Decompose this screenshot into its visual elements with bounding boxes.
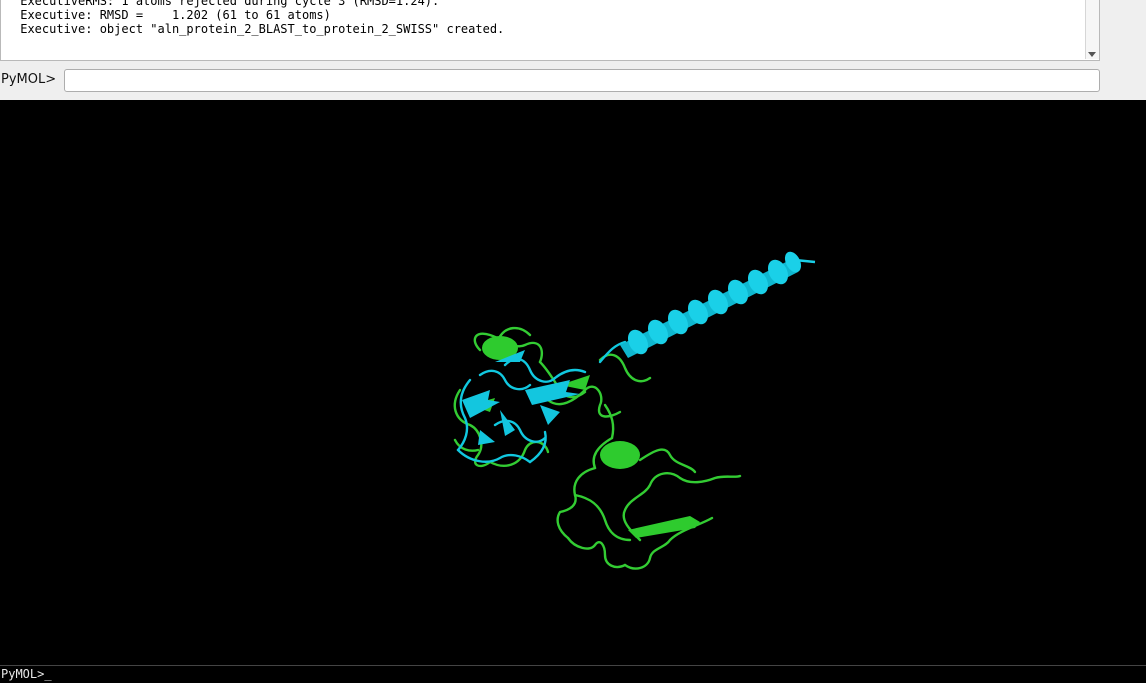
scroll-down-icon[interactable]: [1088, 52, 1096, 57]
log-line: Executive: object "aln_protein_2_BLAST_t…: [13, 22, 505, 36]
output-log[interactable]: ExecutiveRMS: 1 atoms rejected during cy…: [0, 0, 1100, 61]
prompt-label: PyMOL>: [1, 72, 57, 87]
log-line: Executive: RMSD = 1.202 (61 to 61 atoms): [13, 8, 331, 22]
command-panel: ExecutiveRMS: 1 atoms rejected during cy…: [0, 0, 1146, 100]
structure-swiss-helix: [620, 251, 816, 358]
bottom-prompt[interactable]: PyMOL>_: [1, 667, 52, 681]
structure-blast: [453, 326, 742, 570]
molecular-viewer[interactable]: [0, 100, 1146, 665]
status-bar: PyMOL>_: [0, 665, 1146, 683]
protein-structure-render: [453, 251, 816, 570]
structure-blast-helices: [470, 336, 700, 538]
command-input[interactable]: [64, 69, 1100, 92]
log-line: ExecutiveRMS: 1 atoms rejected during cy…: [13, 0, 440, 8]
log-text: ExecutiveRMS: 1 atoms rejected during cy…: [13, 0, 504, 36]
log-scrollbar[interactable]: [1085, 0, 1099, 59]
